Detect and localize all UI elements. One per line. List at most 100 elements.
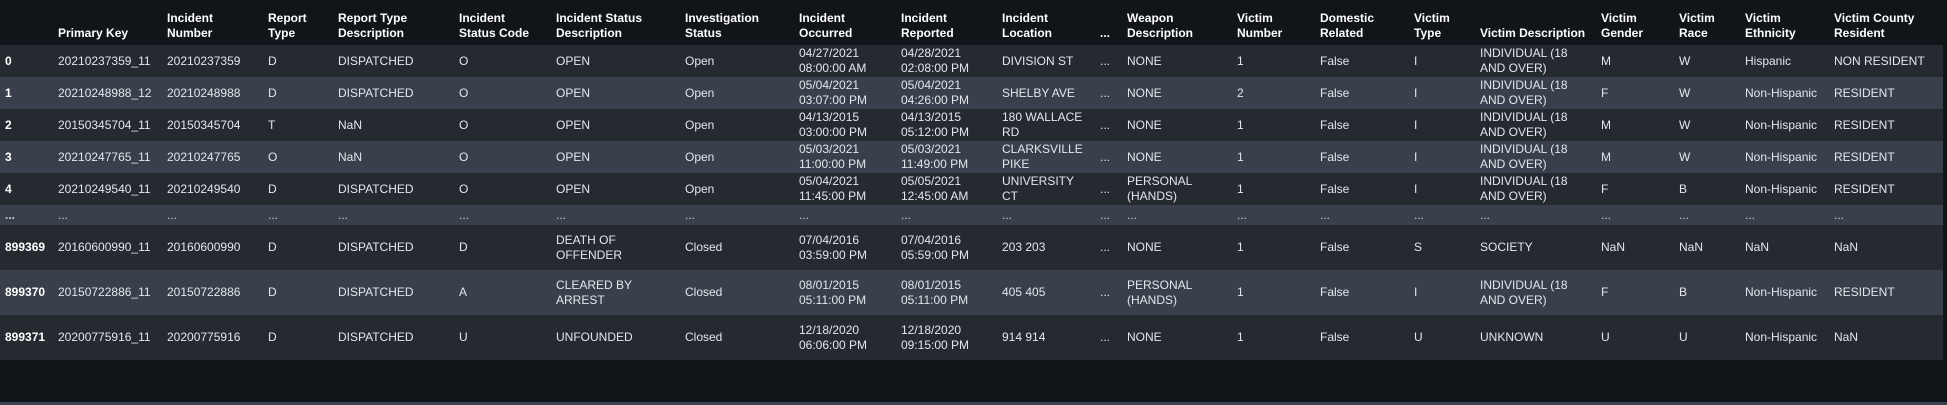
table-cell: B — [1679, 181, 1688, 196]
table-cell: U — [1414, 330, 1423, 344]
table-cell: M — [1601, 53, 1611, 68]
table-cell: NaN — [338, 149, 363, 164]
table-cell: W — [1679, 149, 1691, 164]
table-row: 3 20210247765_11 20210247765 O NaN O OPEN Open 0… — [0, 141, 1943, 173]
table-cell: ... — [556, 208, 567, 222]
table-cell: False — [1320, 330, 1350, 344]
table-cell: F — [1601, 181, 1609, 196]
table-cell: UNFOUNDED — [556, 330, 633, 344]
table-cell: U — [459, 330, 468, 344]
table-cell: Open — [685, 181, 715, 196]
table-cell: I — [1414, 149, 1418, 164]
table-cell: A — [459, 285, 468, 299]
table-cell: U — [1601, 330, 1610, 344]
table-cell: 1 — [1237, 285, 1244, 299]
table-row: 2 20150345704_11 20150345704 T NaN O OPEN Open 0… — [0, 109, 1943, 141]
table-cell: False — [1320, 181, 1350, 196]
table-cell: CLEARED BY ARREST — [556, 277, 632, 307]
table-cell: D — [459, 240, 468, 254]
table-cell: 20210249540_11 — [58, 181, 151, 196]
column-header: Victim Type — [1414, 11, 1450, 40]
table-cell: 20160600990_11 — [58, 240, 151, 254]
table-cell: 20210248988_12 — [58, 85, 152, 100]
table-cell: ... — [1601, 208, 1612, 222]
row-index: 2 — [5, 117, 12, 132]
table-cell: Open — [685, 149, 715, 164]
table-cell: ... — [1100, 53, 1111, 68]
table-cell: NaN — [1679, 240, 1704, 254]
table-cell: ... — [1414, 208, 1425, 222]
table-cell: ... — [1100, 85, 1111, 100]
column-header-ellipsis: ... — [1100, 26, 1111, 40]
table-cell: I — [1414, 85, 1418, 100]
table-body: 0 20210237359_11 20210237359 D DISPATCHED O OP… — [0, 45, 1943, 360]
table-row: 899370 20150722886_11 20150722886 D DISPATCH… — [0, 270, 1943, 315]
table-cell: OPEN — [556, 149, 591, 164]
table-cell: 914 914 — [1002, 330, 1046, 344]
table-row: 899369 20160600990_11 20160600990 D DISPATCH… — [0, 225, 1943, 270]
table-cell: INDIVIDUAL (18 AND OVER) — [1480, 174, 1568, 203]
table-cell: D — [268, 53, 277, 68]
table-cell: Closed — [685, 240, 723, 254]
table-cell: 20210247765_11 — [58, 149, 151, 164]
table-cell: INDIVIDUAL (18 AND OVER) — [1480, 46, 1568, 75]
table-cell: 1 — [1237, 181, 1244, 196]
table-cell: DEATH OF OFFENDER — [556, 232, 622, 262]
table-cell: 180 WALLACE RD — [1002, 110, 1083, 139]
table-cell: False — [1320, 285, 1350, 299]
table-cell: NON RESIDENT — [1834, 53, 1925, 68]
column-header: Weapon Description — [1127, 11, 1194, 40]
table-cell: 1 — [1237, 53, 1244, 68]
column-header: Victim Description — [1480, 26, 1586, 40]
table-cell: DISPATCHED — [338, 330, 414, 344]
table-cell: RESIDENT — [1834, 285, 1895, 299]
table-cell: Non-Hispanic — [1745, 181, 1818, 196]
table-cell: INDIVIDUAL (18 AND OVER) — [1480, 277, 1568, 307]
table-cell: Non-Hispanic — [1745, 330, 1818, 344]
table-cell: ... — [1100, 208, 1111, 222]
column-header: Victim County Resident — [1834, 11, 1915, 40]
table-cell: ... — [1100, 149, 1111, 164]
table-row-ellipsis: ........................................… — [0, 205, 1943, 225]
table-cell: ... — [1100, 285, 1111, 299]
table-cell: 12/18/2020 09:15:00 PM — [901, 322, 970, 352]
table-row: 1 20210248988_12 20210248988 D DISPATCHED O OP… — [0, 77, 1943, 109]
table-cell: False — [1320, 149, 1350, 164]
row-index: 1 — [5, 85, 12, 100]
table-cell: DISPATCHED — [338, 240, 414, 254]
table-cell: False — [1320, 117, 1350, 132]
table-cell: ... — [1100, 117, 1111, 132]
column-header: Incident Location — [1002, 11, 1052, 40]
table-cell: 07/04/2016 03:59:00 PM — [799, 232, 868, 262]
table-cell: 20150345704_11 — [58, 117, 151, 132]
table-cell: 05/03/2021 11:00:00 PM — [799, 142, 867, 171]
table-cell: S — [1414, 240, 1423, 254]
table-cell: ... — [799, 208, 810, 222]
table-cell: NONE — [1127, 53, 1162, 68]
table-cell: NONE — [1127, 117, 1162, 132]
table-cell: ... — [1480, 208, 1491, 222]
table-cell: 04/27/2021 08:00:00 AM — [799, 46, 867, 75]
table-cell: DISPATCHED — [338, 85, 414, 100]
column-header: Report Type Description — [338, 11, 408, 40]
row-index: 899370 — [5, 285, 46, 299]
column-header: Domestic Related — [1320, 11, 1375, 40]
table-cell: U — [1679, 330, 1688, 344]
column-header: Victim Race — [1679, 11, 1715, 40]
table-cell: Hispanic — [1745, 53, 1792, 68]
table-cell: F — [1601, 285, 1609, 299]
table-row: 899371 20200775916_11 20200775916 D DISPATCH… — [0, 315, 1943, 360]
table-cell: Open — [685, 85, 715, 100]
table-row: 0 20210237359_11 20210237359 D DISPATCHED O OP… — [0, 45, 1943, 77]
table-cell: False — [1320, 53, 1350, 68]
table-cell: NaN — [1834, 330, 1859, 344]
table-cell: 08/01/2015 05:11:00 PM — [799, 277, 867, 307]
table-cell: 20210237359 — [167, 53, 241, 68]
table-cell: UNKNOWN — [1480, 330, 1544, 344]
column-header: Incident Occurred — [799, 11, 853, 40]
row-index: 899369 — [5, 240, 46, 254]
column-header: Victim Gender — [1601, 11, 1644, 40]
table-cell: D — [268, 330, 277, 344]
column-header: Incident Status Code — [459, 11, 530, 40]
table-cell: ... — [685, 208, 696, 222]
